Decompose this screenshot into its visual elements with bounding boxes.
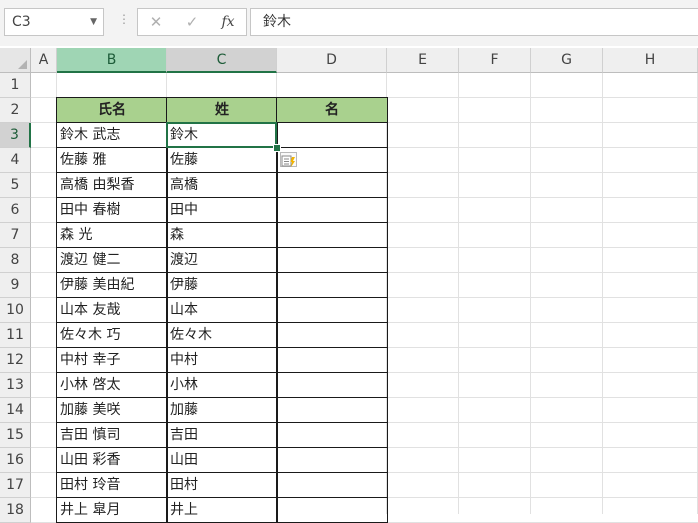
table-cell[interactable]: 山本 友哉 [56, 297, 168, 323]
flash-fill-options-icon[interactable] [280, 152, 297, 167]
table-cell[interactable]: 伊藤 [166, 272, 278, 298]
table-cell[interactable]: 山本 [166, 297, 278, 323]
table-cell[interactable] [276, 172, 388, 198]
table-cell[interactable]: 鈴木 [166, 122, 278, 148]
table-cell[interactable] [276, 122, 388, 148]
insert-function-icon[interactable]: fx [214, 9, 242, 35]
table-cell[interactable] [276, 447, 388, 473]
table-cell[interactable]: 高橋 由梨香 [56, 172, 168, 198]
table-cell[interactable]: 井上 [166, 497, 278, 523]
table-cell[interactable]: 井上 皐月 [56, 497, 168, 523]
table-cell[interactable]: 佐々木 [166, 322, 278, 348]
row-header-12[interactable]: 12 [0, 348, 31, 373]
name-box[interactable]: C3 ▼ [4, 8, 104, 36]
name-box-value: C3 [12, 14, 31, 30]
more-options-icon[interactable]: ⋮ [118, 12, 130, 26]
row-header-8[interactable]: 8 [0, 248, 31, 273]
row-header-15[interactable]: 15 [0, 423, 31, 448]
select-all-triangle [18, 60, 27, 69]
spreadsheet-grid[interactable]: ABCDEFGH 1 2 3 4 5 6 7 8 9 10 11 12 13 14 15 16 17 18 氏名姓… [0, 48, 698, 523]
formula-input[interactable]: 鈴木 [250, 8, 698, 36]
table-cell[interactable] [276, 222, 388, 248]
row-header-1[interactable]: 1 [0, 73, 31, 98]
table-cell[interactable]: 佐藤 [166, 147, 278, 173]
column-header-a[interactable]: A [31, 48, 57, 73]
table-cell[interactable]: 田村 [166, 472, 278, 498]
table-cell[interactable]: 佐々木 巧 [56, 322, 168, 348]
row-header-17[interactable]: 17 [0, 473, 31, 498]
column-header-e[interactable]: E [387, 48, 459, 73]
table-header-cell[interactable]: 名 [276, 97, 388, 123]
table-cell[interactable]: 田中 [166, 197, 278, 223]
table-cell[interactable]: 森 [166, 222, 278, 248]
cancel-icon[interactable]: ✕ [142, 9, 170, 35]
column-header-c[interactable]: C [167, 48, 277, 73]
table-cell[interactable] [276, 472, 388, 498]
row-header-9[interactable]: 9 [0, 273, 31, 298]
row-header-18[interactable]: 18 [0, 498, 31, 523]
column-header-f[interactable]: F [459, 48, 531, 73]
formula-buttons: ✕ ✓ fx [137, 8, 247, 36]
chevron-down-icon[interactable]: ▼ [90, 9, 97, 35]
column-header-g[interactable]: G [531, 48, 603, 73]
table-cell[interactable]: 山田 [166, 447, 278, 473]
table-cell[interactable] [276, 322, 388, 348]
row-header-7[interactable]: 7 [0, 223, 31, 248]
table-cell[interactable]: 高橋 [166, 172, 278, 198]
table-cell[interactable] [276, 272, 388, 298]
column-header-d[interactable]: D [277, 48, 387, 73]
column-header-b[interactable]: B [57, 48, 167, 73]
table-cell[interactable] [276, 422, 388, 448]
row-header-4[interactable]: 4 [0, 148, 31, 173]
table-cell[interactable]: 山田 彩香 [56, 447, 168, 473]
table-cell[interactable]: 渡辺 [166, 247, 278, 273]
table-cell[interactable]: 伊藤 美由紀 [56, 272, 168, 298]
table-cell[interactable] [276, 497, 388, 523]
table-cell[interactable] [276, 347, 388, 373]
table-cell[interactable]: 吉田 慎司 [56, 422, 168, 448]
table-cell[interactable] [276, 197, 388, 223]
fill-handle[interactable] [273, 144, 281, 152]
flash-fill-glyph [281, 155, 295, 167]
table-cell[interactable]: 小林 啓太 [56, 372, 168, 398]
table-cell[interactable]: 中村 [166, 347, 278, 373]
enter-icon[interactable]: ✓ [178, 9, 206, 35]
table-cell[interactable]: 佐藤 雅 [56, 147, 168, 173]
table-cell[interactable]: 森 光 [56, 222, 168, 248]
table-cell[interactable]: 中村 幸子 [56, 347, 168, 373]
select-all-corner[interactable] [0, 48, 31, 73]
table-header-cell[interactable]: 氏名 [56, 97, 168, 123]
table-cell[interactable] [276, 297, 388, 323]
row-header-13[interactable]: 13 [0, 373, 31, 398]
row-header-10[interactable]: 10 [0, 298, 31, 323]
table-cell[interactable]: 小林 [166, 372, 278, 398]
table-cell[interactable] [276, 397, 388, 423]
table-cell[interactable]: 田中 春樹 [56, 197, 168, 223]
table-cell[interactable]: 鈴木 武志 [56, 122, 168, 148]
table-cell[interactable] [276, 247, 388, 273]
table-cell[interactable] [276, 372, 388, 398]
table-cell[interactable]: 加藤 [166, 397, 278, 423]
row-header-14[interactable]: 14 [0, 398, 31, 423]
table-cell[interactable]: 吉田 [166, 422, 278, 448]
row-header-3[interactable]: 3 [0, 123, 31, 148]
formula-bar-area: C3 ▼ ⋮ ✕ ✓ fx 鈴木 [0, 0, 698, 46]
table-header-cell[interactable]: 姓 [166, 97, 278, 123]
row-header-5[interactable]: 5 [0, 173, 31, 198]
row-header-6[interactable]: 6 [0, 198, 31, 223]
row-header-2[interactable]: 2 [0, 98, 31, 123]
row-header-11[interactable]: 11 [0, 323, 31, 348]
column-header-h[interactable]: H [603, 48, 698, 73]
row-header-16[interactable]: 16 [0, 448, 31, 473]
table-cell[interactable]: 渡辺 健二 [56, 247, 168, 273]
table-cell[interactable]: 田村 玲音 [56, 472, 168, 498]
table-cell[interactable]: 加藤 美咲 [56, 397, 168, 423]
